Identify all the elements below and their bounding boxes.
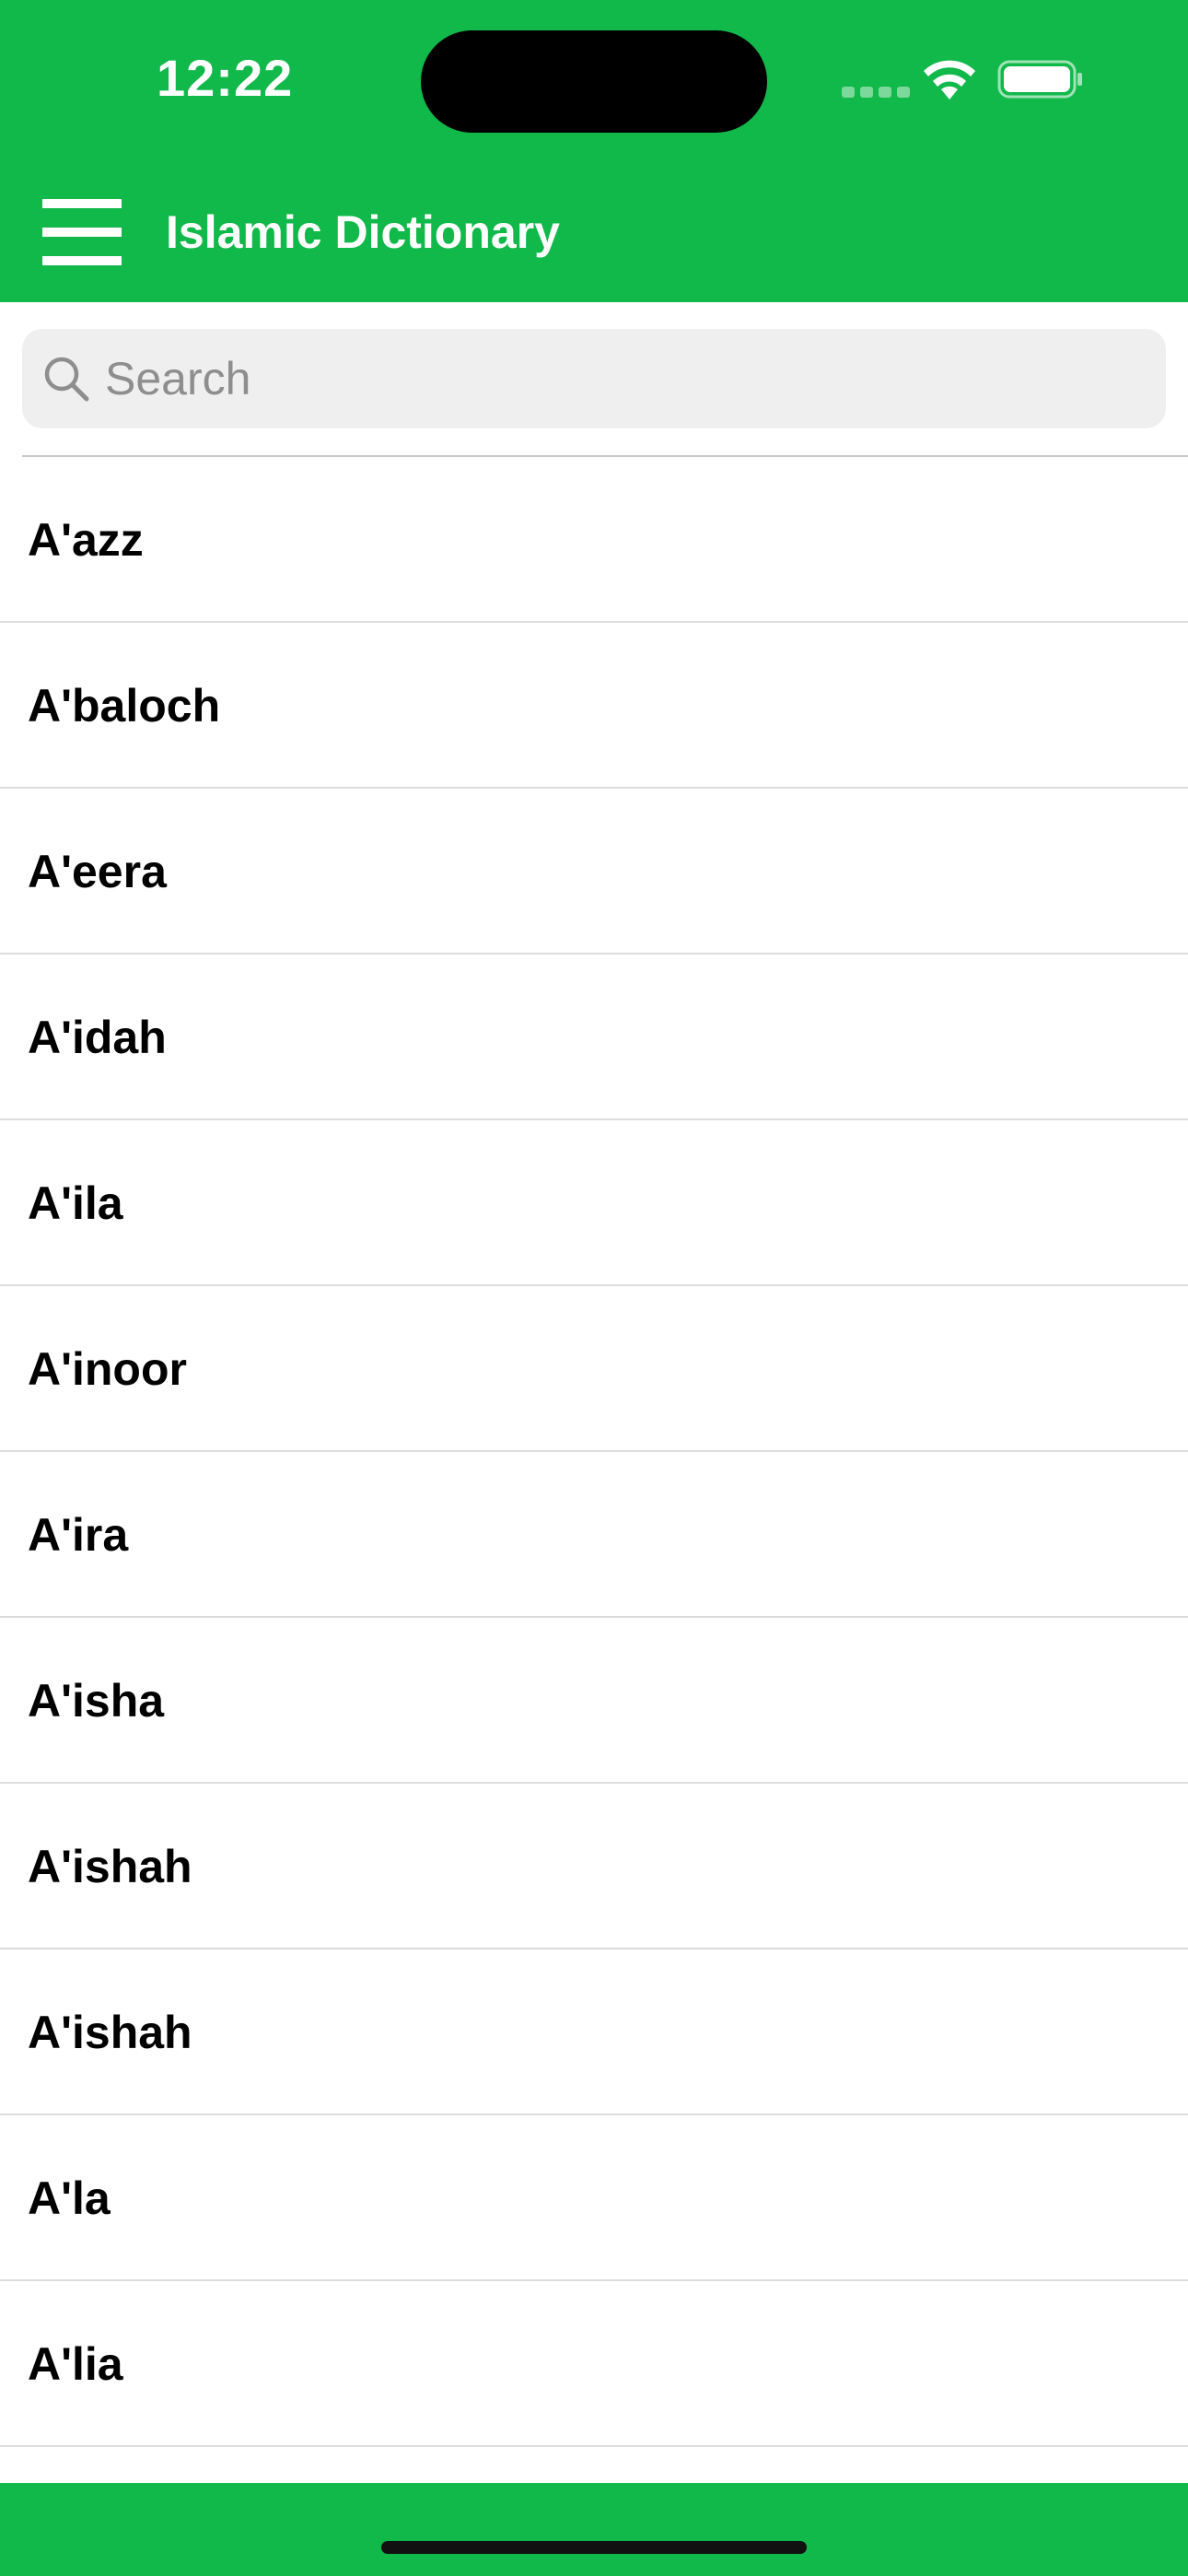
hamburger-menu-icon[interactable] [42,199,122,265]
word-label: A'la [28,2172,111,2224]
search-icon [44,357,89,402]
word-label: A'ishah [28,1841,192,1892]
word-label: A'baloch [28,680,221,732]
search-bar[interactable] [22,329,1166,428]
word-label: A'azz [28,514,144,566]
wifi-icon [924,60,975,100]
word-label: A'ishah [28,2007,192,2058]
status-time: 12:22 [157,49,294,107]
search-input[interactable] [105,329,1146,428]
list-item[interactable]: A'ishah [0,1950,1188,2115]
dynamic-island [421,30,767,133]
list-item[interactable]: A'baloch [0,623,1188,789]
list-item[interactable]: A'ira [0,1452,1188,1618]
list-item[interactable]: A'ishah [0,1784,1188,1950]
list-item[interactable]: A'inoor [0,1286,1188,1452]
word-label: A'ila [28,1177,123,1229]
word-label: A'eera [28,846,167,897]
list-item[interactable]: A'idah [0,954,1188,1120]
list-item[interactable]: A'la [0,2115,1188,2281]
word-list: A'azz A'baloch A'eera A'idah A'ila A'inoor A'i… [0,457,1188,2447]
home-indicator[interactable] [381,2541,807,2554]
word-label: A'isha [28,1675,165,1727]
word-label: A'lia [28,2338,123,2390]
list-item[interactable]: A'lia [0,2281,1188,2447]
page-title: Islamic Dictionary [166,206,560,258]
battery-icon [997,60,1082,99]
word-label: A'ira [28,1509,129,1561]
list-item[interactable]: A'azz [0,457,1188,623]
cellular-signal-icon [842,87,910,98]
list-item[interactable]: A'eera [0,789,1188,954]
list-item[interactable]: A'isha [0,1618,1188,1784]
app-screen: 12:22 Islamic Dictionary A'azzA'balochA'… [0,0,1188,2576]
app-header: 12:22 Islamic Dictionary [0,0,1188,302]
bottom-bar [0,2483,1188,2576]
list-item[interactable]: A'ila [0,1120,1188,1286]
word-label: A'idah [28,1012,167,1063]
word-label: A'inoor [28,1343,187,1395]
